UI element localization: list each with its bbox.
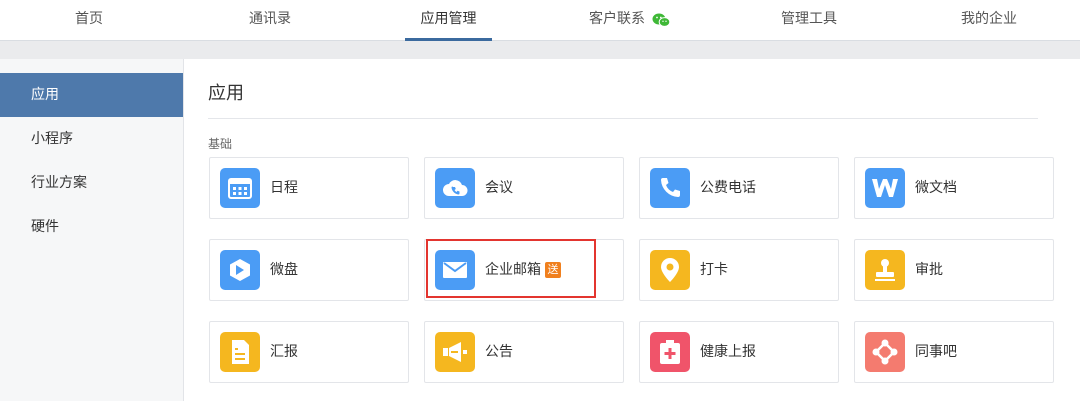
section-label: 基础 [208,137,233,151]
cloud-phone-icon [435,168,475,208]
app-card-enterprise-mail[interactable]: 企业邮箱送 [424,239,624,301]
tab-customer-contact[interactable]: 客户联系 [582,0,652,41]
app-card-wedoc[interactable]: 微文档 [854,157,1054,219]
app-card-health-report[interactable]: 健康上报 [639,321,839,383]
app-label: 企业邮箱送 [485,240,561,300]
app-label: 微盘 [270,262,298,278]
app-label: 会议 [485,180,513,196]
app-label: 日程 [270,180,298,196]
divider [208,118,1038,119]
app-label: 公告 [485,344,513,360]
app-card-colleague-forum[interactable]: 同事吧 [854,321,1054,383]
tab-admin-tools[interactable]: 管理工具 [778,0,840,41]
app-card-meeting[interactable]: 会议 [424,157,624,219]
wechat-icon [652,12,671,27]
app-card-phone[interactable]: 公费电话 [639,157,839,219]
gift-badge: 送 [545,262,561,278]
calendar-icon [220,168,260,208]
app-card-approval[interactable]: 审批 [854,239,1054,301]
app-label: 同事吧 [915,344,957,360]
w-doc-icon [865,168,905,208]
header-separator [0,41,1080,59]
tab-my-enterprise[interactable]: 我的企业 [958,0,1020,41]
app-card-checkin[interactable]: 打卡 [639,239,839,301]
sidebar-item-mini-programs[interactable]: 小程序 [0,117,183,161]
phone-icon [650,168,690,208]
app-label: 健康上报 [700,344,756,360]
stamp-icon [865,250,905,290]
app-label: 公费电话 [700,180,756,196]
page-title: 应用 [208,83,244,104]
drive-icon [220,250,260,290]
mail-icon [435,250,475,290]
app-card-announcement[interactable]: 公告 [424,321,624,383]
network-icon [865,332,905,372]
tab-contacts[interactable]: 通讯录 [242,0,298,41]
top-nav: 首页 通讯录 应用管理 客户联系 管理工具 我的企业 [0,0,1080,41]
tab-app-management[interactable]: 应用管理 [405,0,492,41]
health-kit-icon [650,332,690,372]
app-card-schedule[interactable]: 日程 [209,157,409,219]
app-card-drive[interactable]: 微盘 [209,239,409,301]
tab-home[interactable]: 首页 [64,0,114,41]
location-pin-icon [650,250,690,290]
sidebar-item-hardware[interactable]: 硬件 [0,205,183,249]
app-label: 打卡 [700,262,728,278]
app-label: 汇报 [270,344,298,360]
sidebar-item-industry-solutions[interactable]: 行业方案 [0,161,183,205]
app-card-report[interactable]: 汇报 [209,321,409,383]
sidebar: 应用 小程序 行业方案 硬件 [0,59,184,401]
megaphone-icon [435,332,475,372]
main-panel: 应用 基础 日程 会议 公费电话 微文档 微盘 企业邮箱 送 打卡 审批 汇报 … [184,59,1080,401]
report-icon [220,332,260,372]
sidebar-item-apps[interactable]: 应用 [0,73,183,117]
app-label: 审批 [915,262,943,278]
app-label: 微文档 [915,180,957,196]
